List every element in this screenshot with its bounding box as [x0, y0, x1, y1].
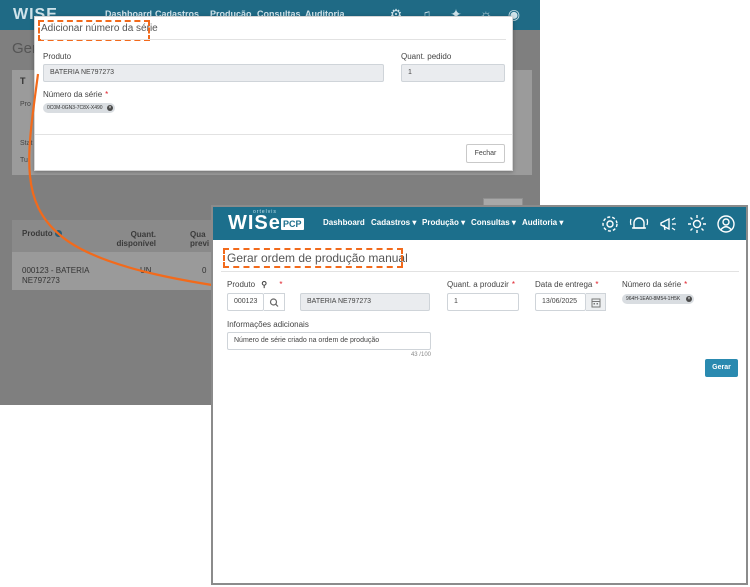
nav-producao[interactable]: Produção ▾	[422, 218, 465, 227]
megaphone-icon[interactable]	[658, 214, 678, 234]
calendar-icon	[591, 298, 601, 308]
generate-button[interactable]: Gerar	[705, 359, 738, 377]
quant-input[interactable]: 1	[447, 293, 519, 311]
info-label: Informações adicionais	[227, 320, 309, 329]
serial-chip: 964H-1EA0-8M54-1H5K ×	[622, 294, 694, 304]
chevron-down-icon: ▾	[412, 218, 417, 227]
search-icon[interactable]: ⚲	[261, 280, 267, 289]
search-icon	[269, 298, 279, 307]
remove-chip-icon[interactable]: ×	[686, 296, 692, 302]
user-profile-icon[interactable]	[716, 214, 736, 234]
divider	[221, 271, 739, 272]
nav-dashboard[interactable]: Dashboard	[323, 218, 365, 227]
produto-search-button[interactable]	[264, 293, 285, 311]
settings-icon[interactable]	[600, 214, 620, 234]
info-textarea[interactable]: Número de série criado na ordem de produ…	[227, 332, 431, 350]
produto-label: Produto ⚲ *	[227, 280, 283, 289]
chevron-down-icon: ▾	[511, 218, 516, 227]
app-window: WISe ortelvis PCP Dashboard Cadastros ▾ …	[211, 205, 748, 585]
chevron-down-icon: ▾	[559, 218, 564, 227]
brand-logo[interactable]: WISe	[228, 212, 281, 235]
nav-cadastros[interactable]: Cadastros ▾	[371, 218, 416, 227]
brand-badge: PCP	[281, 218, 304, 230]
produto-code-input[interactable]: 000123	[227, 293, 264, 311]
highlight-box	[223, 248, 403, 268]
char-counter: 43 /100	[410, 352, 431, 358]
navbar: WISe ortelvis PCP Dashboard Cadastros ▾ …	[213, 207, 746, 240]
chevron-down-icon: ▾	[461, 218, 466, 227]
alarm-bell-icon[interactable]	[629, 214, 649, 234]
calendar-button[interactable]	[586, 293, 606, 311]
serie-label: Número da série *	[622, 280, 688, 289]
quant-label: Quant. a produzir *	[447, 280, 515, 289]
data-entrega-label: Data de entrega *	[535, 280, 599, 289]
brand-subtitle: ortelvis	[253, 209, 277, 215]
data-entrega-input[interactable]: 13/06/2025	[535, 293, 586, 311]
produto-name-field: BATERIA NE797273	[300, 293, 430, 311]
nav-auditoria[interactable]: Auditoria ▾	[522, 218, 563, 227]
sun-icon[interactable]	[687, 214, 707, 234]
nav-consultas[interactable]: Consultas ▾	[471, 218, 516, 227]
